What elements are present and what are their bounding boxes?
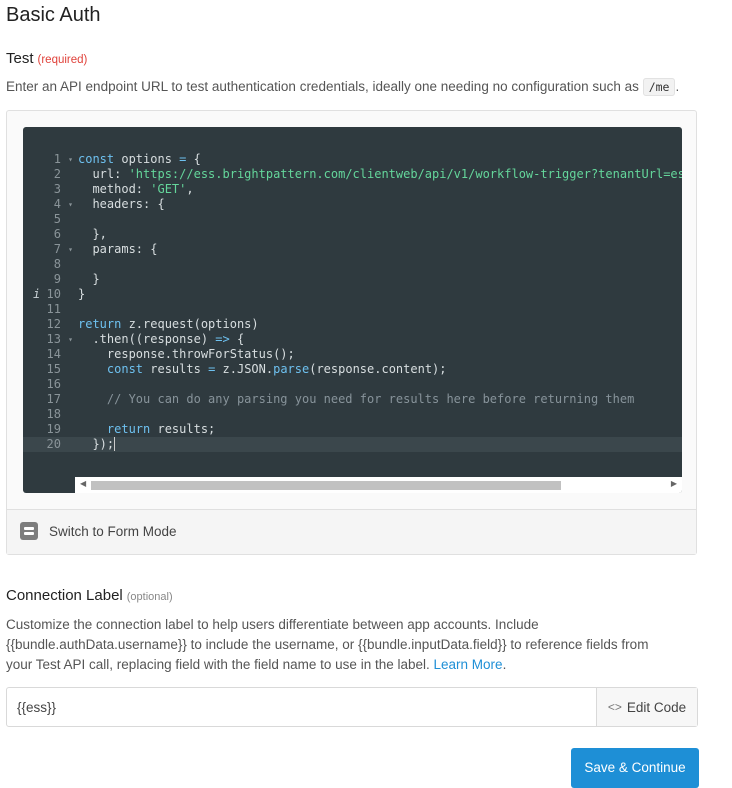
connection-label-description: Customize the connection label to help u… (6, 617, 649, 672)
line-number: 2 (53, 167, 61, 181)
code-line-2[interactable]: url: 'https://ess.brightpattern.com/clie… (77, 167, 682, 182)
form-list-icon (20, 522, 38, 540)
scroll-right-icon[interactable]: ▶ (671, 479, 677, 488)
line-number: 11 (46, 302, 61, 316)
line-number: 15 (46, 362, 61, 376)
code-line-18[interactable] (77, 407, 682, 422)
chevron-down-icon[interactable]: ▾ (68, 152, 73, 167)
chevron-down-icon[interactable]: ▾ (68, 332, 73, 347)
line-number: 3 (53, 182, 61, 196)
line-number: 1 ▾ (53, 152, 73, 167)
connection-label-heading: Connection Label (optional) (6, 587, 173, 604)
learn-more-link[interactable]: Learn More (434, 657, 503, 672)
required-tag: (required) (37, 54, 88, 66)
optional-tag: (optional) (126, 591, 173, 603)
code-editor[interactable]: 1 ▾ 2 3 4 ▾ 5 6 7 ▾ 8 9 i 10 11 12 13 ▾ 14 15 16 17 18 19 20 con… (23, 127, 682, 493)
code-line-15[interactable]: const results = z.JSON.parse(response.co… (77, 362, 682, 377)
line-number: 6 (53, 227, 61, 241)
line-number: 4 ▾ (53, 197, 73, 212)
code-line-16[interactable] (77, 377, 682, 392)
connection-label-input[interactable] (7, 688, 617, 726)
code-line-10[interactable]: } (77, 287, 682, 302)
save-continue-button[interactable]: Save & Continue (571, 748, 699, 788)
connection-label-field: <> Edit Code (6, 687, 698, 727)
line-number: 5 (53, 212, 61, 226)
code-icon: <> (607, 700, 622, 714)
line-number: 12 (46, 317, 61, 331)
me-endpoint-code: /me (642, 78, 676, 96)
code-line-4[interactable]: headers: { (77, 197, 682, 212)
code-line-3[interactable]: method: 'GET', (77, 182, 682, 197)
code-line-9[interactable]: } (77, 272, 682, 287)
code-line-5[interactable] (77, 212, 682, 227)
code-line-19[interactable]: return results; (77, 422, 682, 437)
code-line-17[interactable]: // You can do any parsing you need for r… (77, 392, 682, 407)
horizontal-scrollbar[interactable]: ◀ ▶ (75, 477, 682, 493)
code-panel-footer: Switch to Form Mode (7, 509, 696, 554)
code-line-20[interactable]: }); (77, 437, 682, 452)
line-number: i 10 (33, 287, 61, 302)
scrollbar-thumb[interactable] (91, 481, 561, 490)
test-label: Test (required) (6, 50, 88, 67)
info-icon[interactable]: i (33, 287, 40, 302)
code-line-6[interactable]: }, (77, 227, 682, 242)
line-number: 7 ▾ (53, 242, 73, 257)
code-line-1[interactable]: const options = { (77, 152, 682, 167)
line-number: 18 (46, 407, 61, 421)
line-number: 9 (53, 272, 61, 286)
code-line-14[interactable]: response.throwForStatus(); (77, 347, 682, 362)
line-number: 8 (53, 257, 61, 271)
chevron-down-icon[interactable]: ▾ (68, 242, 73, 257)
code-line-7[interactable]: params: { (77, 242, 682, 257)
code-panel: 1 ▾ 2 3 4 ▾ 5 6 7 ▾ 8 9 i 10 11 12 13 ▾ 14 15 16 17 18 19 20 con… (6, 110, 697, 555)
line-number: 20 (23, 437, 77, 452)
line-number: 19 (46, 422, 61, 436)
page-title: Basic Auth (6, 4, 101, 26)
line-number: 16 (46, 377, 61, 391)
scroll-left-icon[interactable]: ◀ (80, 479, 86, 488)
line-number: 13 ▾ (46, 332, 73, 347)
test-description: Enter an API endpoint URL to test authen… (6, 78, 680, 96)
code-lines[interactable]: const options = { url: 'https://ess.brig… (77, 152, 682, 452)
code-line-8[interactable] (77, 257, 682, 272)
line-number: 17 (46, 392, 61, 406)
code-line-11[interactable] (77, 302, 682, 317)
line-gutter: 1 ▾ 2 3 4 ▾ 5 6 7 ▾ 8 9 i 10 11 12 13 ▾ 14 15 16 17 18 19 20 (23, 152, 77, 452)
switch-to-form-mode-button[interactable]: Switch to Form Mode (20, 522, 177, 540)
code-line-13[interactable]: .then((response) => { (77, 332, 682, 347)
edit-code-button[interactable]: <> Edit Code (596, 688, 697, 726)
chevron-down-icon[interactable]: ▾ (68, 197, 73, 212)
line-number: 14 (46, 347, 61, 361)
code-line-12[interactable]: return z.request(options) (77, 317, 682, 332)
